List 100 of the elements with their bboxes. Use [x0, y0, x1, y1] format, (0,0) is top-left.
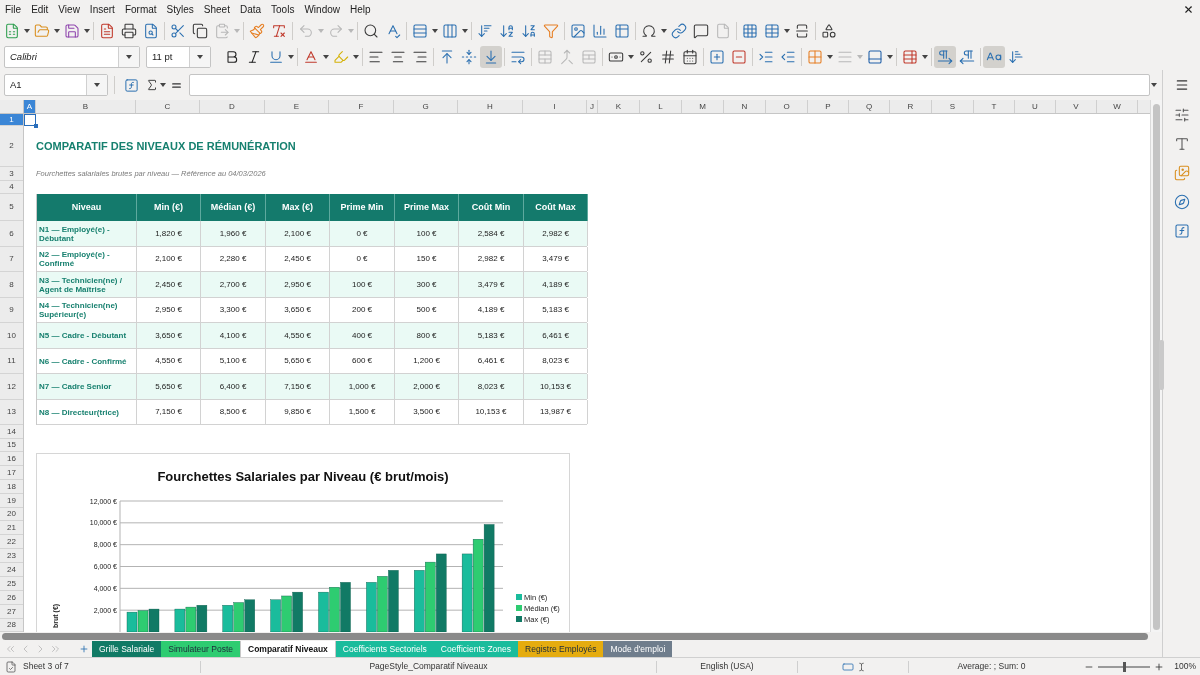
row-header[interactable]: 10	[0, 323, 23, 349]
left-to-right-button[interactable]	[934, 46, 956, 68]
close-icon[interactable]	[1183, 3, 1194, 15]
font-size-field[interactable]: 11 pt	[146, 46, 211, 68]
dropdown-arrow-icon[interactable]	[661, 29, 667, 33]
column-header[interactable]: K	[598, 100, 640, 113]
row-header[interactable]: 19	[0, 494, 23, 508]
zoom-slider-handle[interactable]	[1123, 661, 1127, 672]
row-header[interactable]: 8	[0, 272, 23, 298]
formula-input-field[interactable]	[189, 74, 1150, 96]
dropdown-arrow-icon[interactable]	[1151, 83, 1157, 87]
function-icon[interactable]	[1173, 223, 1190, 239]
column-header[interactable]: J	[587, 100, 598, 113]
row-header[interactable]: 18	[0, 480, 23, 494]
dropdown-arrow-icon[interactable]	[197, 55, 203, 59]
column-header[interactable]: O	[766, 100, 808, 113]
align-bottom-button[interactable]	[480, 46, 502, 68]
column-header[interactable]: I	[523, 100, 587, 113]
dropdown-arrow-icon[interactable]	[432, 29, 438, 33]
sliders-icon[interactable]	[1173, 107, 1190, 123]
dropdown-arrow-icon[interactable]	[628, 55, 634, 59]
menu-item[interactable]: Format	[119, 0, 162, 18]
menu-item[interactable]: Sheet	[198, 0, 235, 18]
images-icon[interactable]	[1173, 165, 1190, 181]
dropdown-button[interactable]	[189, 47, 210, 67]
column-header[interactable]: V	[1056, 100, 1097, 113]
column-header[interactable]: N	[724, 100, 766, 113]
row-header[interactable]: 4	[0, 181, 23, 194]
vertical-scrollbar[interactable]	[1150, 100, 1162, 632]
menu-icon[interactable]	[1174, 78, 1189, 92]
scrollbar-thumb[interactable]	[1153, 104, 1160, 630]
column-header[interactable]: Q	[849, 100, 890, 113]
menu-item[interactable]: Tools	[266, 0, 300, 18]
text-cursor-icon[interactable]	[856, 660, 866, 673]
sigma-icon[interactable]	[145, 78, 159, 92]
row-header[interactable]: 1	[0, 114, 23, 126]
letter-t-icon[interactable]	[1173, 136, 1190, 152]
menu-item[interactable]: Data	[234, 0, 267, 18]
menu-item[interactable]: File	[0, 0, 27, 18]
row-header[interactable]: 15	[0, 439, 23, 452]
row-header[interactable]: 16	[0, 452, 23, 466]
row-header[interactable]: 14	[0, 425, 23, 439]
row-header[interactable]: 17	[0, 466, 23, 480]
column-header[interactable]: D	[200, 100, 265, 113]
row-header[interactable]: 27	[0, 605, 23, 619]
sheet-tab[interactable]: Comparatif Niveaux	[240, 641, 336, 657]
dropdown-arrow-icon[interactable]	[84, 29, 90, 33]
row-header[interactable]: 25	[0, 577, 23, 591]
sheet-tab[interactable]: Registre Employés	[518, 641, 604, 657]
row-header[interactable]: 9	[0, 298, 23, 323]
row-header[interactable]: 23	[0, 549, 23, 563]
row-header[interactable]: 2	[0, 126, 23, 167]
menu-item[interactable]: Edit	[26, 0, 54, 18]
dropdown-arrow-icon[interactable]	[24, 29, 30, 33]
dropdown-arrow-icon[interactable]	[126, 55, 132, 59]
row-header[interactable]: 21	[0, 521, 23, 535]
dropdown-arrow-icon[interactable]	[323, 55, 329, 59]
dropdown-button[interactable]	[118, 47, 139, 67]
compass-icon[interactable]	[1173, 194, 1190, 210]
column-header[interactable]: W	[1097, 100, 1138, 113]
column-header[interactable]: R	[890, 100, 932, 113]
column-header[interactable]: T	[974, 100, 1015, 113]
column-header[interactable]: U	[1015, 100, 1056, 113]
rectangle-icon[interactable]	[840, 660, 855, 673]
font-name-field[interactable]: Calibri	[4, 46, 140, 68]
sheet-tab[interactable]: Simulateur Poste	[161, 641, 240, 657]
dropdown-arrow-icon[interactable]	[160, 83, 166, 87]
plus-icon[interactable]	[79, 644, 89, 654]
row-header[interactable]: 11	[0, 349, 23, 374]
sidebar-handle[interactable]	[1159, 340, 1164, 390]
row-header[interactable]: 12	[0, 374, 23, 400]
row-header[interactable]: 3	[0, 167, 23, 181]
row-header[interactable]: 26	[0, 591, 23, 605]
row-header[interactable]: 28	[0, 619, 23, 632]
column-header[interactable]: B	[36, 100, 136, 113]
column-header[interactable]: M	[682, 100, 724, 113]
menu-item[interactable]: Help	[345, 0, 376, 18]
column-header[interactable]: L	[640, 100, 682, 113]
sheet-tab[interactable]: Grille Salariale	[92, 641, 162, 657]
dropdown-arrow-icon[interactable]	[94, 83, 100, 87]
dropdown-arrow-icon[interactable]	[353, 55, 359, 59]
row-header[interactable]: 6	[0, 221, 23, 247]
dropdown-arrow-icon[interactable]	[922, 55, 928, 59]
horizontal-scrollbar[interactable]	[2, 633, 1148, 640]
menu-item[interactable]: Insert	[84, 0, 120, 18]
row-header[interactable]: 24	[0, 563, 23, 577]
document-check-icon[interactable]	[5, 660, 17, 673]
dropdown-arrow-icon[interactable]	[827, 55, 833, 59]
row-header[interactable]: 7	[0, 247, 23, 272]
column-header[interactable]: E	[265, 100, 329, 113]
menu-item[interactable]: View	[53, 0, 85, 18]
dropdown-arrow-icon[interactable]	[54, 29, 60, 33]
text-horizontal-button[interactable]	[983, 46, 1005, 68]
row-header[interactable]: 5	[0, 194, 23, 221]
column-header[interactable]: G	[394, 100, 458, 113]
dropdown-arrow-icon[interactable]	[784, 29, 790, 33]
sheet-tab[interactable]: Mode d'emploi	[603, 641, 673, 657]
cell-reference-field[interactable]: A1	[4, 74, 108, 96]
plus-icon[interactable]	[1154, 661, 1165, 672]
column-header[interactable]: F	[329, 100, 394, 113]
